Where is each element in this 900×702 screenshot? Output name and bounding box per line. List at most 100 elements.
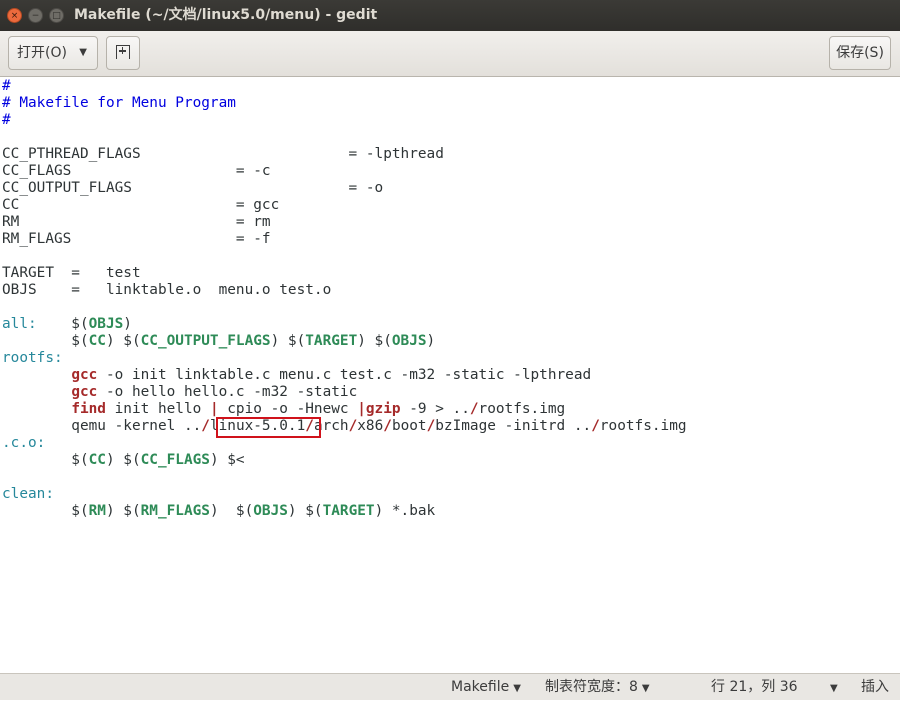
tab-width-label: 制表符宽度：8 <box>545 679 638 695</box>
code-token: $( <box>2 452 89 468</box>
code-token: ) <box>123 316 132 332</box>
code-token: / <box>201 418 210 434</box>
code-token: ) $( <box>209 503 254 519</box>
insert-mode-label: 插入 <box>861 679 889 695</box>
code-token: CC_OUTPUT_FLAGS <box>140 333 271 349</box>
open-button[interactable]: 打开(O) ▼ <box>8 36 98 70</box>
code-token: $( <box>36 316 89 332</box>
language-selector[interactable]: Makefile ▼ <box>451 674 521 702</box>
code-token: ) $( <box>105 333 141 349</box>
code-line[interactable]: CC_OUTPUT_FLAGS = -o <box>2 180 687 197</box>
code-line[interactable]: find init hello | cpio -o -Hnewc |gzip -… <box>2 401 687 418</box>
code-token: CC <box>88 452 106 468</box>
chevron-down-icon: ▼ <box>830 683 838 694</box>
code-line[interactable] <box>2 469 687 486</box>
code-line[interactable] <box>2 248 687 265</box>
code-token: / <box>383 418 392 434</box>
code-token: RM = rm <box>2 214 271 230</box>
code-line[interactable]: # Makefile for Menu Program <box>2 95 687 112</box>
insert-mode[interactable]: 插入 <box>861 674 889 700</box>
code-line[interactable]: gcc -o init linktable.c menu.c test.c -m… <box>2 367 687 384</box>
code-token: # Makefile for Menu Program <box>2 95 236 111</box>
chevron-down-icon: ▼ <box>513 683 521 694</box>
code-token: $( <box>2 503 89 519</box>
code-line[interactable]: CC = gcc <box>2 197 687 214</box>
code-line[interactable]: TARGET = test <box>2 265 687 282</box>
code-line[interactable]: $(RM) $(RM_FLAGS) $(OBJS) $(TARGET) *.ba… <box>2 503 687 520</box>
code-line[interactable]: CC_PTHREAD_FLAGS = -lpthread <box>2 146 687 163</box>
code-token: ) *.bak <box>374 503 436 519</box>
code-token: all: <box>2 316 37 332</box>
code-token: CC_OUTPUT_FLAGS = -o <box>2 180 384 196</box>
code-token: $( <box>2 333 89 349</box>
code-line[interactable]: CC_FLAGS = -c <box>2 163 687 180</box>
code-line[interactable]: gcc -o hello hello.c -m32 -static <box>2 384 687 401</box>
window-title: Makefile (~/文档/linux5.0/menu) - gedit <box>74 7 378 23</box>
tab-width-selector[interactable]: 制表符宽度：8 ▼ <box>545 674 650 702</box>
code-content[interactable]: # # Makefile for Menu Program # CC_PTHREAD… <box>2 78 687 520</box>
code-token: CC_FLAGS <box>140 452 210 468</box>
code-token: OBJS = linktable.o menu.o test.o <box>2 282 332 298</box>
code-token: rootfs.img <box>599 418 687 434</box>
code-token: # <box>2 112 11 128</box>
code-token: ) <box>426 333 436 349</box>
code-line[interactable]: RM = rm <box>2 214 687 231</box>
code-token: / <box>591 418 600 434</box>
close-icon: × <box>10 11 19 21</box>
code-token: OBJS <box>253 503 288 519</box>
code-token: qemu -kernel .. <box>2 418 202 434</box>
code-token: |gzip <box>357 401 401 417</box>
cursor-position[interactable]: 行 21，列 36 <box>711 674 798 700</box>
code-line[interactable]: qemu -kernel ../linux-5.0.1/arch/x86/boo… <box>2 418 687 435</box>
code-line[interactable]: clean: <box>2 486 687 503</box>
new-tab-icon <box>116 45 130 59</box>
code-token: OBJS <box>88 316 124 332</box>
chevron-down-icon: ▼ <box>79 47 87 58</box>
save-button-label: 保存(S) <box>836 45 884 61</box>
code-line[interactable]: all: $(OBJS) <box>2 316 687 333</box>
code-line[interactable]: $(CC) $(CC_FLAGS) $< <box>2 452 687 469</box>
code-token: ) $( <box>105 452 141 468</box>
code-line[interactable]: .c.o: <box>2 435 687 452</box>
header-bar: 打开(O) ▼ 保存(S) <box>0 31 900 77</box>
code-token: init hello <box>105 401 210 417</box>
code-token: / <box>348 418 358 434</box>
code-token: # <box>2 78 11 94</box>
code-token: cpio -o -Hnewc <box>218 401 358 417</box>
text-editor[interactable]: # # Makefile for Menu Program # CC_PTHREAD… <box>0 77 900 673</box>
code-token: RM_FLAGS <box>140 503 210 519</box>
code-line[interactable]: RM_FLAGS = -f <box>2 231 687 248</box>
open-button-label: 打开(O) <box>17 45 67 61</box>
code-line[interactable] <box>2 299 687 316</box>
code-line[interactable] <box>2 129 687 146</box>
code-token: bzImage -initrd .. <box>435 418 592 434</box>
new-document-button[interactable] <box>106 36 140 70</box>
position-menu-arrow[interactable]: ▼ <box>826 674 838 702</box>
code-line[interactable]: rootfs: <box>2 350 687 367</box>
code-line[interactable]: # <box>2 78 687 95</box>
highlight-annotation-box <box>216 417 321 438</box>
code-token: gcc <box>71 367 98 383</box>
code-token: TARGET <box>305 333 358 349</box>
maximize-icon: □ <box>52 11 61 21</box>
code-token: rootfs: <box>2 350 63 366</box>
status-bar: Makefile ▼ 制表符宽度：8 ▼ 行 21，列 36 ▼ 插入 <box>0 673 900 700</box>
code-token: ) $< <box>209 452 245 468</box>
code-token: find <box>71 401 106 417</box>
code-token: ) $( <box>287 503 323 519</box>
close-window-button[interactable]: × <box>7 8 22 23</box>
title-bar: × − □ Makefile (~/文档/linux5.0/menu) - ge… <box>0 0 900 31</box>
maximize-window-button[interactable]: □ <box>49 8 64 23</box>
code-token: boot <box>391 418 427 434</box>
code-token: .c.o: <box>2 435 46 451</box>
code-line[interactable]: $(CC) $(CC_OUTPUT_FLAGS) $(TARGET) $(OBJ… <box>2 333 687 350</box>
code-line[interactable]: OBJS = linktable.o menu.o test.o <box>2 282 687 299</box>
code-line[interactable]: # <box>2 112 687 129</box>
code-token: -o hello hello.c -m32 -static <box>97 384 358 400</box>
code-token: ) $( <box>270 333 306 349</box>
minimize-window-button[interactable]: − <box>28 8 43 23</box>
save-button[interactable]: 保存(S) <box>829 36 891 70</box>
